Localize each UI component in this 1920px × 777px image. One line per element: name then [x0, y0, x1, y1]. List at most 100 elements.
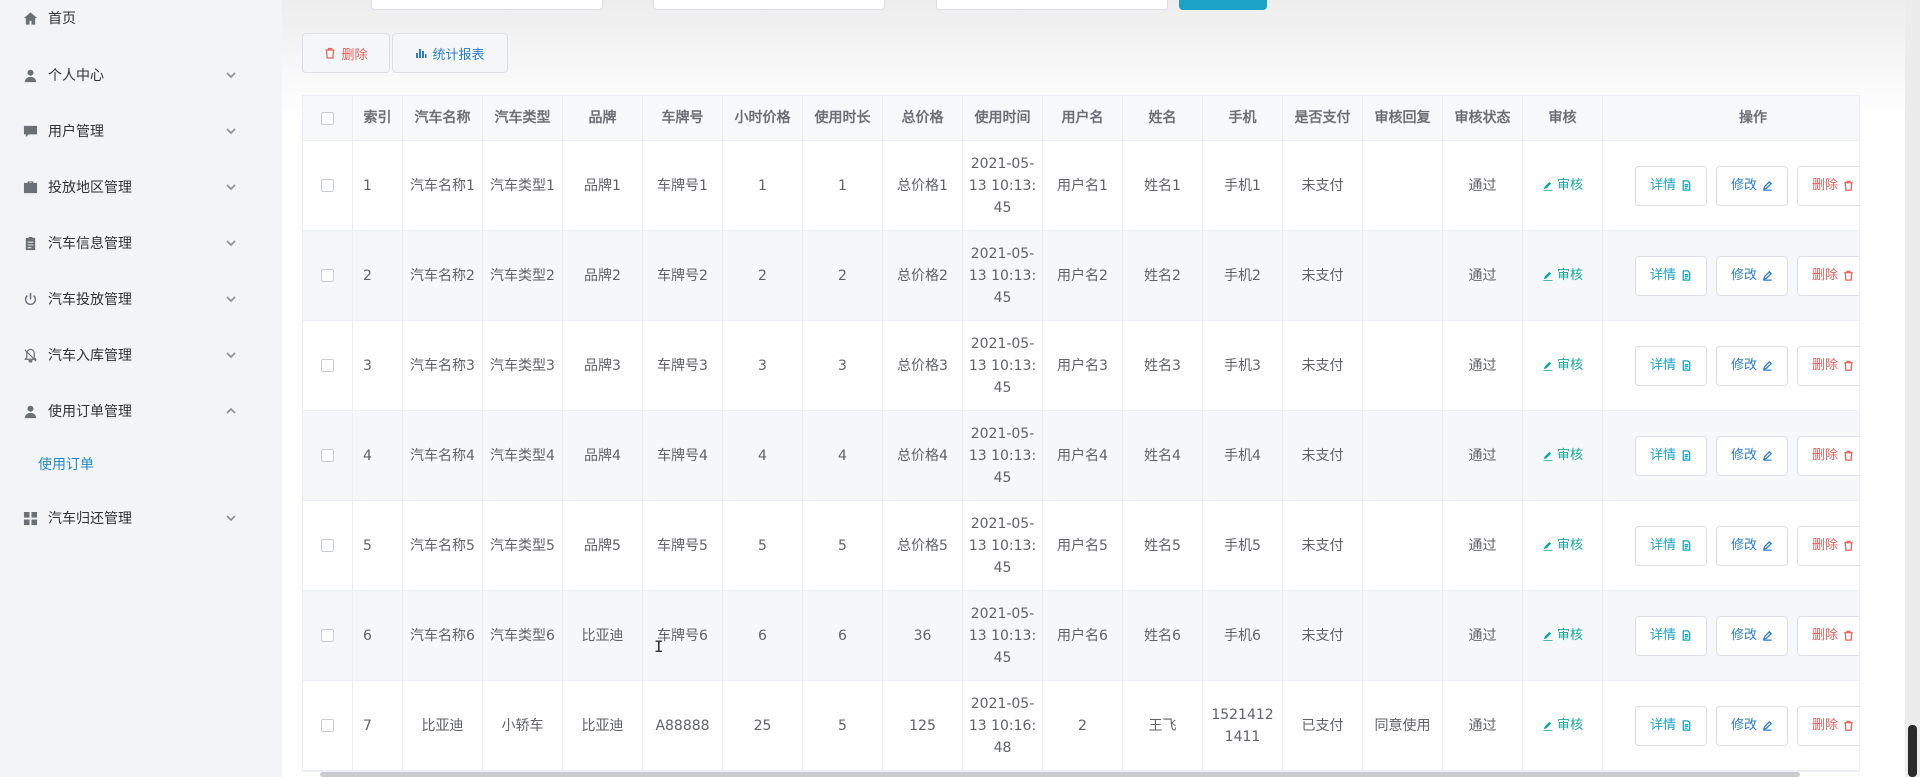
- row-select-cell[interactable]: [303, 411, 353, 500]
- pencil-icon: [1762, 450, 1773, 461]
- sidebar-item-region-management[interactable]: 投放地区管理: [0, 167, 282, 207]
- sidebar-item-order-management[interactable]: 使用订单管理: [0, 391, 282, 431]
- pencil-icon: [1762, 630, 1773, 641]
- cell-paid: 已支付: [1283, 681, 1363, 770]
- audit-button[interactable]: 审核: [1542, 535, 1583, 557]
- cell-hour-price: 6: [723, 591, 803, 680]
- row-select-cell[interactable]: [303, 321, 353, 410]
- row-checkbox[interactable]: [321, 359, 334, 372]
- cell-hour-price: 4: [723, 411, 803, 500]
- chevron-down-icon: [226, 68, 236, 79]
- sidebar-item-car-return-management[interactable]: 汽车归还管理: [0, 498, 282, 538]
- cell-car-type: 汽车类型3: [483, 321, 563, 410]
- horizontal-scrollbar[interactable]: [320, 772, 1800, 777]
- audit-button[interactable]: 审核: [1542, 355, 1583, 377]
- detail-button[interactable]: 详情: [1635, 525, 1707, 566]
- detail-button[interactable]: 详情: [1635, 705, 1707, 746]
- person-icon: [22, 403, 38, 419]
- delete-button[interactable]: 删除: [1797, 165, 1859, 206]
- row-select-cell[interactable]: [303, 231, 353, 320]
- delete-button[interactable]: 删除: [1797, 345, 1859, 386]
- row-checkbox[interactable]: [321, 449, 334, 462]
- row-checkbox[interactable]: [321, 179, 334, 192]
- edit-button[interactable]: 修改: [1716, 435, 1788, 476]
- row-select-cell[interactable]: [303, 501, 353, 590]
- detail-button[interactable]: 详情: [1635, 615, 1707, 656]
- edit-button[interactable]: 修改: [1716, 165, 1788, 206]
- cell-audit-reply: [1363, 591, 1443, 680]
- cell-phone: 15214121411: [1203, 681, 1283, 770]
- header-select-all[interactable]: [303, 96, 353, 140]
- row-checkbox[interactable]: [321, 629, 334, 642]
- cell-brand: 比亚迪: [563, 681, 643, 770]
- edit-button[interactable]: 修改: [1716, 345, 1788, 386]
- sidebar-item-car-info-management[interactable]: 汽车信息管理: [0, 223, 282, 263]
- document-icon: [1682, 720, 1691, 731]
- audit-button[interactable]: 审核: [1542, 265, 1583, 287]
- cell-plate: 车牌号4: [643, 411, 723, 500]
- cell-car-type: 汽车类型4: [483, 411, 563, 500]
- delete-button[interactable]: 删除: [1797, 705, 1859, 746]
- delete-button[interactable]: 删除: [1797, 435, 1859, 476]
- cell-audit-status: 通过: [1443, 411, 1523, 500]
- row-select-cell[interactable]: [303, 141, 353, 230]
- detail-button[interactable]: 详情: [1635, 345, 1707, 386]
- search-input-1[interactable]: [371, 0, 603, 10]
- row-select-cell[interactable]: [303, 591, 353, 680]
- header-cell: 审核回复: [1363, 96, 1443, 140]
- detail-label: 详情: [1649, 627, 1676, 643]
- document-icon: [1682, 450, 1691, 461]
- delete-button[interactable]: 删除: [1797, 255, 1859, 296]
- delete-button[interactable]: 删除: [1797, 615, 1859, 656]
- cell-phone: 手机3: [1203, 321, 1283, 410]
- audit-button[interactable]: 审核: [1542, 625, 1583, 647]
- select-all-checkbox[interactable]: [321, 111, 334, 125]
- sidebar-item-personal-center[interactable]: 个人中心: [0, 55, 282, 95]
- sidebar-item-user-management[interactable]: 用户管理: [0, 111, 282, 151]
- audit-button[interactable]: 审核: [1542, 715, 1583, 737]
- detail-label: 详情: [1649, 177, 1676, 193]
- search-input-2[interactable]: [653, 0, 885, 10]
- detail-button[interactable]: 详情: [1635, 255, 1707, 296]
- sidebar-item-car-storage-management[interactable]: 汽车入库管理: [0, 335, 282, 375]
- batch-delete-button[interactable]: 删除: [302, 33, 390, 73]
- edit-button[interactable]: 修改: [1716, 615, 1788, 656]
- cell-use-time: 2021-05-13 10:13:45: [963, 411, 1043, 500]
- sidebar-subitem-usage-order[interactable]: 使用订单: [38, 454, 94, 474]
- audit-button[interactable]: 审核: [1542, 445, 1583, 467]
- search-input-3[interactable]: [936, 0, 1168, 10]
- sidebar-item-car-deploy-management[interactable]: 汽车投放管理: [0, 279, 282, 319]
- sidebar-item-label: 用户管理: [48, 124, 104, 140]
- cell-plate: 车牌号3: [643, 321, 723, 410]
- detail-button[interactable]: 详情: [1635, 435, 1707, 476]
- cell-brand: 品牌5: [563, 501, 643, 590]
- row-checkbox[interactable]: [321, 269, 334, 282]
- search-button[interactable]: [1179, 0, 1267, 10]
- cell-hour-price: 25: [723, 681, 803, 770]
- trash-icon: [1844, 540, 1853, 551]
- detail-label: 详情: [1649, 717, 1676, 733]
- edit-button[interactable]: 修改: [1716, 705, 1788, 746]
- document-icon: [1682, 360, 1691, 371]
- cell-hour-price: 1: [723, 141, 803, 230]
- sidebar-item-home[interactable]: 首页: [0, 0, 282, 38]
- row-checkbox[interactable]: [321, 719, 334, 732]
- table-body: 1 汽车名称1 汽车类型1 品牌1 车牌号1 1 1 总价格1 2021-05-13 10:13…: [303, 141, 1859, 771]
- row-checkbox[interactable]: [321, 539, 334, 552]
- detail-button[interactable]: 详情: [1635, 165, 1707, 206]
- audit-button[interactable]: 审核: [1542, 175, 1583, 197]
- header-cell: 是否支付: [1283, 96, 1363, 140]
- vertical-scrollbar-thumb[interactable]: [1908, 725, 1917, 777]
- cell-brand: 品牌3: [563, 321, 643, 410]
- delete-button[interactable]: 删除: [1797, 525, 1859, 566]
- row-select-cell[interactable]: [303, 681, 353, 770]
- statistics-report-button[interactable]: 统计报表: [392, 33, 508, 73]
- cell-name: 姓名2: [1123, 231, 1203, 320]
- delete-label: 删除: [1811, 537, 1838, 553]
- audit-cell: 审核: [1523, 321, 1603, 410]
- edit-button[interactable]: 修改: [1716, 525, 1788, 566]
- cell-use-time: 2021-05-13 10:13:45: [963, 501, 1043, 590]
- edit-button[interactable]: 修改: [1716, 255, 1788, 296]
- header-cell: 品牌: [563, 96, 643, 140]
- cell-car-type: 汽车类型1: [483, 141, 563, 230]
